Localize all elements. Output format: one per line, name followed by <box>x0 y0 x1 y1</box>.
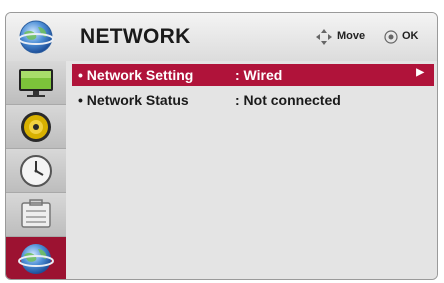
submenu-arrow-icon: ▶ <box>416 67 424 78</box>
clock-time-icon <box>20 155 52 187</box>
menu-header: NETWORK Move OK <box>6 13 437 62</box>
network-globe-icon <box>18 20 54 54</box>
network-setting-label: • Network Setting <box>78 67 194 83</box>
network-status-value: : Not connected <box>235 92 341 108</box>
ok-hint-label: OK <box>402 30 419 42</box>
menu-content: • Network Setting : Wired ▶ • Network St… <box>66 61 437 279</box>
speaker-audio-icon <box>21 112 51 142</box>
osd-menu-window: NETWORK Move OK • Network Setting: Wire… <box>5 12 438 280</box>
network-status-label: • Network Status <box>78 92 189 108</box>
sidebar-item-audio[interactable] <box>6 105 66 149</box>
picture-monitor-icon <box>19 69 53 97</box>
sidebar-item-time[interactable] <box>6 149 66 193</box>
option-toolbox-icon <box>21 199 51 228</box>
ok-button-icon <box>384 30 398 44</box>
move-hint-label: Move <box>337 30 366 42</box>
network-globe-icon <box>18 244 54 274</box>
page-title: NETWORK <box>80 25 191 48</box>
category-sidebar <box>6 61 66 279</box>
sidebar-item-option[interactable] <box>6 193 66 237</box>
menu-row-network-status[interactable]: • Network Status : Not connected <box>72 89 434 111</box>
sidebar-item-network[interactable] <box>6 237 66 279</box>
network-setting-value: : Wired <box>235 67 283 83</box>
menu-row-network-setting[interactable]: • Network Setting : Wired ▶ <box>72 64 434 86</box>
move-arrows-icon <box>316 29 332 45</box>
sidebar-item-picture[interactable] <box>6 61 66 105</box>
